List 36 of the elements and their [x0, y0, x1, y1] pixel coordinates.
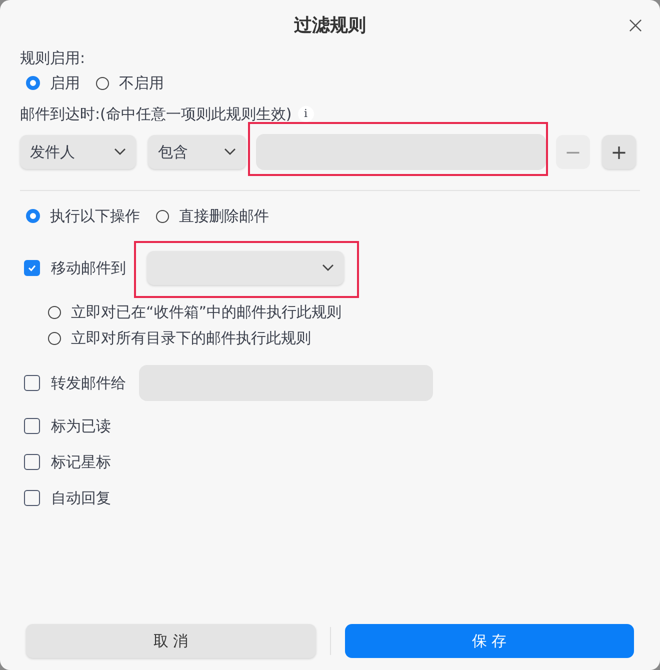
checkbox-label: 移动邮件到 — [51, 258, 126, 279]
chevron-down-icon — [224, 148, 236, 156]
radio-label: 直接删除邮件 — [179, 206, 269, 227]
radio-button[interactable] — [48, 306, 61, 318]
close-icon[interactable] — [629, 19, 642, 32]
radio-button[interactable] — [48, 332, 61, 344]
add-button[interactable]: + — [602, 135, 636, 169]
section-label: 邮件到达时:(命中任意一项则此规则生效) — [20, 104, 292, 124]
checkbox[interactable] — [24, 454, 40, 470]
radio-label: 立即对已在“收件箱”中的邮件执行此规则 — [71, 302, 342, 323]
operator-dropdown[interactable]: 包含 — [148, 135, 246, 169]
checkbox[interactable] — [24, 418, 40, 434]
radio-label: 不启用 — [119, 73, 164, 94]
checkbox[interactable] — [24, 375, 40, 391]
checkbox-label: 自动回复 — [51, 488, 111, 509]
checkbox-label: 标记星标 — [51, 452, 111, 473]
radio-button[interactable] — [26, 209, 40, 223]
checkbox[interactable] — [24, 490, 40, 506]
radio-label: 执行以下操作 — [50, 206, 140, 227]
checkbox-label: 标为已读 — [51, 416, 111, 437]
chevron-down-icon — [114, 148, 126, 156]
radio-label: 立即对所有目录下的邮件执行此规则 — [71, 328, 311, 349]
dialog-title: 过滤规则 — [294, 14, 366, 38]
info-icon[interactable]: i — [298, 106, 314, 122]
radio-button[interactable] — [26, 76, 40, 90]
radio-label: 启用 — [50, 73, 80, 94]
radio-button[interactable] — [156, 210, 169, 222]
keyword-input[interactable] — [256, 134, 546, 170]
chevron-down-icon — [322, 264, 334, 272]
checkbox-label: 转发邮件给 — [51, 373, 126, 394]
checkbox[interactable] — [24, 260, 40, 276]
cancel-button[interactable]: 取 消 — [26, 624, 316, 658]
section-label: 规则启用: — [20, 48, 86, 68]
radio-button[interactable] — [96, 76, 109, 90]
field-dropdown[interactable]: 发件人 — [20, 135, 136, 169]
save-button[interactable]: 保 存 — [344, 624, 634, 658]
